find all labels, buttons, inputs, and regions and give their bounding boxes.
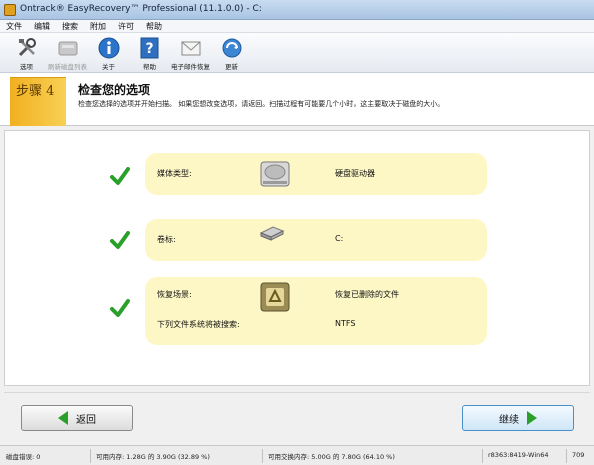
volume-row: 卷标: C: xyxy=(145,219,487,261)
email-recovery-button[interactable]: 电子邮件恢复 xyxy=(170,33,211,73)
media-type-label: 媒体类型: xyxy=(157,169,192,178)
arrow-left-icon xyxy=(58,411,68,425)
title-bar: Ontrack® EasyRecovery™ Professional (11.… xyxy=(0,0,594,20)
menu-bar: 文件 编辑 搜索 附加 许可 帮助 xyxy=(0,20,594,33)
check-icon xyxy=(110,299,130,317)
memory-status: 可用内存: 1.28G 的 3.90G (32.89 %) xyxy=(96,453,210,461)
toolbar: 选项 刷新磁盘列表 关于 ? 帮助 电子邮件恢复 更新 xyxy=(0,33,594,73)
scenario-value: 恢复已删除的文件 xyxy=(335,290,399,299)
recovery-scenario-icon xyxy=(259,281,291,316)
hard-drive-icon xyxy=(259,159,291,192)
check-icon xyxy=(110,231,130,249)
code-status: 709 xyxy=(572,451,585,459)
media-type-row: 媒体类型: 硬盘驱动器 xyxy=(145,153,487,195)
app-icon xyxy=(4,4,16,16)
step-header: 步骤 4 检查您的选项 检查您选择的选项并开始扫描。 如果您想改变选项，请返回。… xyxy=(0,73,594,126)
recovery-row: 恢复场景: 恢复已删除的文件 下列文件系统将被搜索: NTFS xyxy=(145,277,487,345)
refresh-drives-icon xyxy=(56,36,80,60)
menu-addons[interactable]: 附加 xyxy=(84,20,112,32)
step-number: 步骤 4 xyxy=(16,84,55,99)
menu-file[interactable]: 文件 xyxy=(0,20,28,32)
help-button[interactable]: ? 帮助 xyxy=(129,33,170,73)
options-button[interactable]: 选项 xyxy=(6,33,47,73)
filesystem-value: NTFS xyxy=(335,319,356,328)
help-icon: ? xyxy=(138,36,162,60)
back-button[interactable]: 返回 xyxy=(21,405,133,431)
navigation-area: 返回 继续 xyxy=(4,392,590,440)
update-icon xyxy=(220,36,244,60)
step-number-box: 步骤 4 xyxy=(10,77,66,126)
email-icon xyxy=(179,36,203,60)
continue-button[interactable]: 继续 xyxy=(462,405,574,431)
scenario-label: 恢复场景: xyxy=(157,290,192,299)
build-status: r8363:8419-Win64 xyxy=(488,451,549,459)
menu-help[interactable]: 帮助 xyxy=(140,20,168,32)
arrow-right-icon xyxy=(527,411,537,425)
update-button[interactable]: 更新 xyxy=(211,33,252,73)
status-bar: 磁盘错误: 0 可用内存: 1.28G 的 3.90G (32.89 %) 可用… xyxy=(0,445,594,465)
media-type-value: 硬盘驱动器 xyxy=(335,169,375,178)
window-title: Ontrack® EasyRecovery™ Professional (11.… xyxy=(20,4,262,14)
info-icon xyxy=(97,36,121,60)
menu-edit[interactable]: 编辑 xyxy=(28,20,56,32)
filesystem-label: 下列文件系统将被搜索: xyxy=(157,320,240,329)
step-description: 检查您选择的选项并开始扫描。 如果您想改变选项，请返回。扫描过程有可能要几个小时… xyxy=(78,100,445,108)
volume-value: C: xyxy=(335,234,344,243)
menu-license[interactable]: 许可 xyxy=(112,20,140,32)
check-icon xyxy=(110,167,130,185)
step-title: 检查您的选项 xyxy=(78,83,151,97)
about-button[interactable]: 关于 xyxy=(88,33,129,73)
swap-status: 可用交换内存: 5.00G 的 7.80G (64.10 %) xyxy=(268,453,395,461)
volume-icon xyxy=(259,225,285,244)
menu-search[interactable]: 搜索 xyxy=(56,20,84,32)
volume-label: 卷标: xyxy=(157,235,176,244)
options-summary-panel: 媒体类型: 硬盘驱动器 卷标: C: 恢复场景: 恢复已删除的文件 下列文件系统… xyxy=(4,130,590,386)
tools-icon xyxy=(15,36,39,60)
disk-errors-status: 磁盘错误: 0 xyxy=(6,453,41,461)
svg-text:?: ? xyxy=(145,41,153,57)
refresh-drives-button[interactable]: 刷新磁盘列表 xyxy=(47,33,88,73)
